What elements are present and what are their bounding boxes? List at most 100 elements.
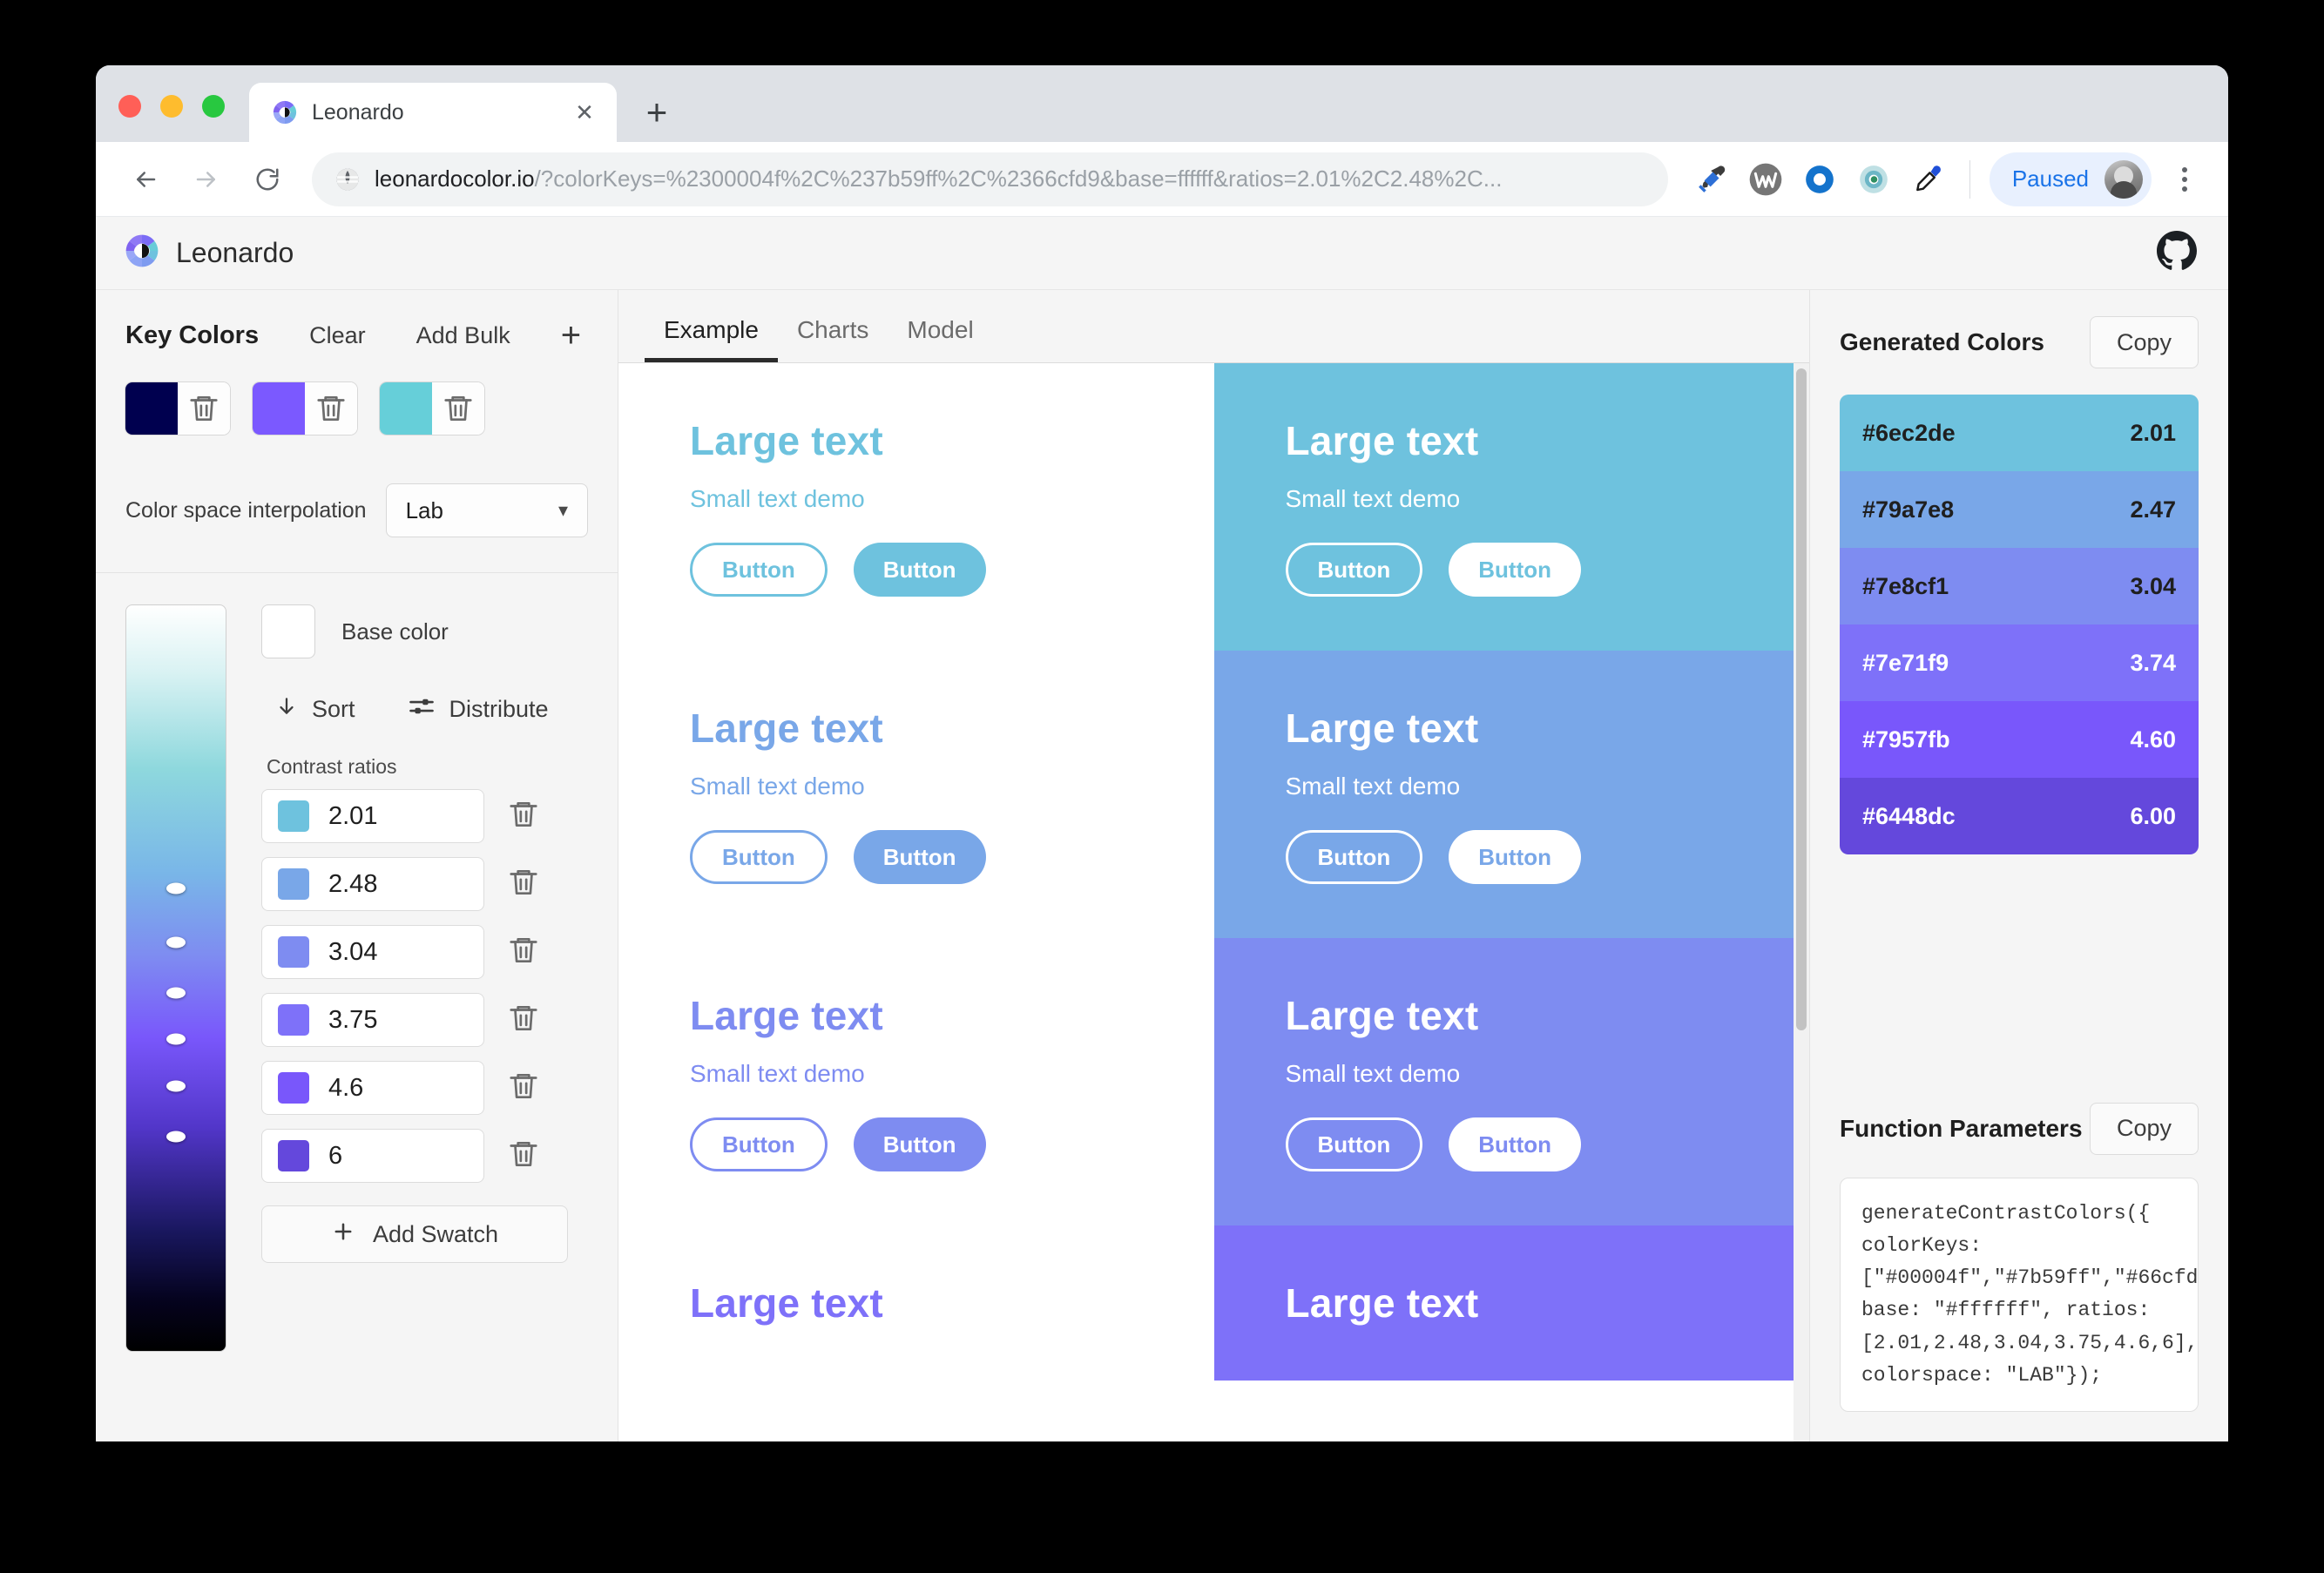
trash-icon[interactable] xyxy=(507,1001,540,1040)
outline-button[interactable]: Button xyxy=(1285,543,1423,597)
generated-color-row[interactable]: #7e71f9 3.74 xyxy=(1840,624,2199,701)
key-color-item[interactable] xyxy=(380,382,484,435)
example-subtext: Small text demo xyxy=(690,1060,865,1087)
outline-button[interactable]: Button xyxy=(1285,1117,1423,1171)
generated-color-row[interactable]: #7e8cf1 3.04 xyxy=(1840,548,2199,624)
add-key-color-button[interactable]: + xyxy=(561,318,581,353)
generated-color-hex: #6ec2de xyxy=(1862,419,1956,446)
generated-color-row[interactable]: #79a7e8 2.47 xyxy=(1840,471,2199,548)
generated-color-row[interactable]: #6448dc 6.00 xyxy=(1840,778,2199,854)
key-color-item[interactable] xyxy=(253,382,357,435)
ratio-input[interactable]: 4.6 xyxy=(261,1061,484,1115)
trash-icon[interactable] xyxy=(178,382,230,435)
trash-icon[interactable] xyxy=(507,1069,540,1108)
key-color-chip[interactable] xyxy=(380,382,432,435)
new-tab-button[interactable]: + xyxy=(632,88,681,137)
function-parameters-title: Function Parameters xyxy=(1840,1114,2083,1142)
ratio-input[interactable]: 3.75 xyxy=(261,993,484,1047)
tab-charts[interactable]: Charts xyxy=(778,316,888,362)
trash-icon[interactable] xyxy=(507,933,540,972)
base-color-swatch[interactable] xyxy=(261,604,315,658)
trash-icon[interactable] xyxy=(507,797,540,836)
scrollbar-thumb[interactable] xyxy=(1796,368,1807,1030)
key-color-chip[interactable] xyxy=(125,382,178,435)
tab-title: Leonardo xyxy=(312,99,404,125)
gradient-handle[interactable] xyxy=(166,936,186,949)
profile-status-chip[interactable]: Paused xyxy=(1989,152,2152,206)
example-heading: Large text xyxy=(1285,1280,1479,1326)
solid-button[interactable]: Button xyxy=(1449,1117,1581,1171)
reload-button[interactable] xyxy=(240,152,294,206)
example-buttons: Button Button xyxy=(1285,1117,1810,1171)
chevron-down-icon: ▾ xyxy=(557,499,568,521)
add-bulk-button[interactable]: Add Bulk xyxy=(416,322,510,349)
maximize-window-button[interactable] xyxy=(202,95,225,118)
address-bar[interactable]: leonardocolor.io/?colorKeys=%2300004f%2C… xyxy=(312,152,1668,206)
distribute-button[interactable]: Distribute xyxy=(408,693,549,726)
add-swatch-button[interactable]: Add Swatch xyxy=(261,1205,568,1263)
copy-function-parameters-button[interactable]: Copy xyxy=(2089,1102,2199,1155)
forward-button[interactable] xyxy=(179,152,233,206)
eyedropper-icon[interactable] xyxy=(1689,157,1734,202)
solid-button[interactable]: Button xyxy=(853,830,986,884)
trash-icon[interactable] xyxy=(432,382,484,435)
tab-example[interactable]: Example xyxy=(645,316,778,362)
colorspace-select[interactable]: Lab ▾ xyxy=(385,483,588,537)
solid-button[interactable]: Button xyxy=(1449,830,1581,884)
target-eye-icon[interactable] xyxy=(1851,157,1896,202)
ratio-input[interactable]: 2.48 xyxy=(261,857,484,911)
tab-model[interactable]: Model xyxy=(888,316,992,362)
extension-icons xyxy=(1689,157,1950,202)
copy-generated-colors-button[interactable]: Copy xyxy=(2089,316,2199,368)
generated-color-row[interactable]: #6ec2de 2.01 xyxy=(1840,395,2199,471)
outline-button[interactable]: Button xyxy=(690,1117,828,1171)
ratio-input[interactable]: 2.01 xyxy=(261,789,484,843)
clear-button[interactable]: Clear xyxy=(309,322,366,349)
key-colors-title: Key Colors xyxy=(125,321,260,349)
sort-button[interactable]: Sort xyxy=(275,693,355,726)
solid-button[interactable]: Button xyxy=(1449,543,1581,597)
app-body: Key Colors Clear Add Bulk + Color space … xyxy=(96,290,2228,1441)
solid-button[interactable]: Button xyxy=(853,1117,986,1171)
kebab-menu-icon[interactable] xyxy=(2165,152,2204,206)
color-picker-icon[interactable] xyxy=(1905,157,1950,202)
github-icon[interactable] xyxy=(2157,231,2197,275)
gradient-handle[interactable] xyxy=(166,1080,186,1092)
back-button[interactable] xyxy=(118,152,172,206)
plus-icon xyxy=(331,1219,355,1250)
function-parameters-panel: Function Parameters Copy generateContras… xyxy=(1810,1077,2228,1442)
trash-icon[interactable] xyxy=(507,1137,540,1176)
example-scrollbar[interactable] xyxy=(1794,363,1809,1441)
key-color-chip[interactable] xyxy=(253,382,305,435)
minimize-window-button[interactable] xyxy=(160,95,183,118)
close-window-button[interactable] xyxy=(118,95,141,118)
gradient-handle[interactable] xyxy=(166,882,186,895)
gradient-slider[interactable] xyxy=(125,604,226,1352)
contrast-ratios-label: Contrast ratios xyxy=(267,755,397,778)
outline-button[interactable]: Button xyxy=(690,830,828,884)
ratio-input[interactable]: 3.04 xyxy=(261,925,484,979)
function-parameters-code[interactable]: generateContrastColors({ colorKeys: ["#0… xyxy=(1840,1177,2199,1412)
blue-ring-icon[interactable] xyxy=(1797,157,1842,202)
outline-button[interactable]: Button xyxy=(690,543,828,597)
generated-colors-panel: Generated Colors Copy #6ec2de 2.01 #79a7… xyxy=(1810,290,2228,884)
generated-color-ratio: 2.01 xyxy=(2130,419,2176,446)
key-color-item[interactable] xyxy=(125,382,230,435)
outline-button[interactable]: Button xyxy=(1285,830,1423,884)
generated-color-hex: #79a7e8 xyxy=(1862,496,1955,523)
close-icon[interactable]: ✕ xyxy=(570,98,599,127)
browser-tab[interactable]: Leonardo ✕ xyxy=(249,83,617,142)
solid-button[interactable]: Button xyxy=(853,543,986,597)
trash-icon[interactable] xyxy=(507,865,540,904)
trash-icon[interactable] xyxy=(305,382,357,435)
app-title: Leonardo xyxy=(176,237,294,268)
avatar[interactable] xyxy=(2104,159,2143,199)
gradient-handle[interactable] xyxy=(166,1131,186,1143)
wave-logo-icon[interactable] xyxy=(1743,157,1788,202)
generated-color-row[interactable]: #7957fb 4.60 xyxy=(1840,701,2199,778)
ratio-input[interactable]: 6 xyxy=(261,1129,484,1183)
gradient-handle[interactable] xyxy=(166,987,186,999)
app-brand[interactable]: Leonardo xyxy=(124,233,294,273)
gradient-handle[interactable] xyxy=(166,1033,186,1045)
right-sidebar-spacer xyxy=(1810,884,2228,1077)
